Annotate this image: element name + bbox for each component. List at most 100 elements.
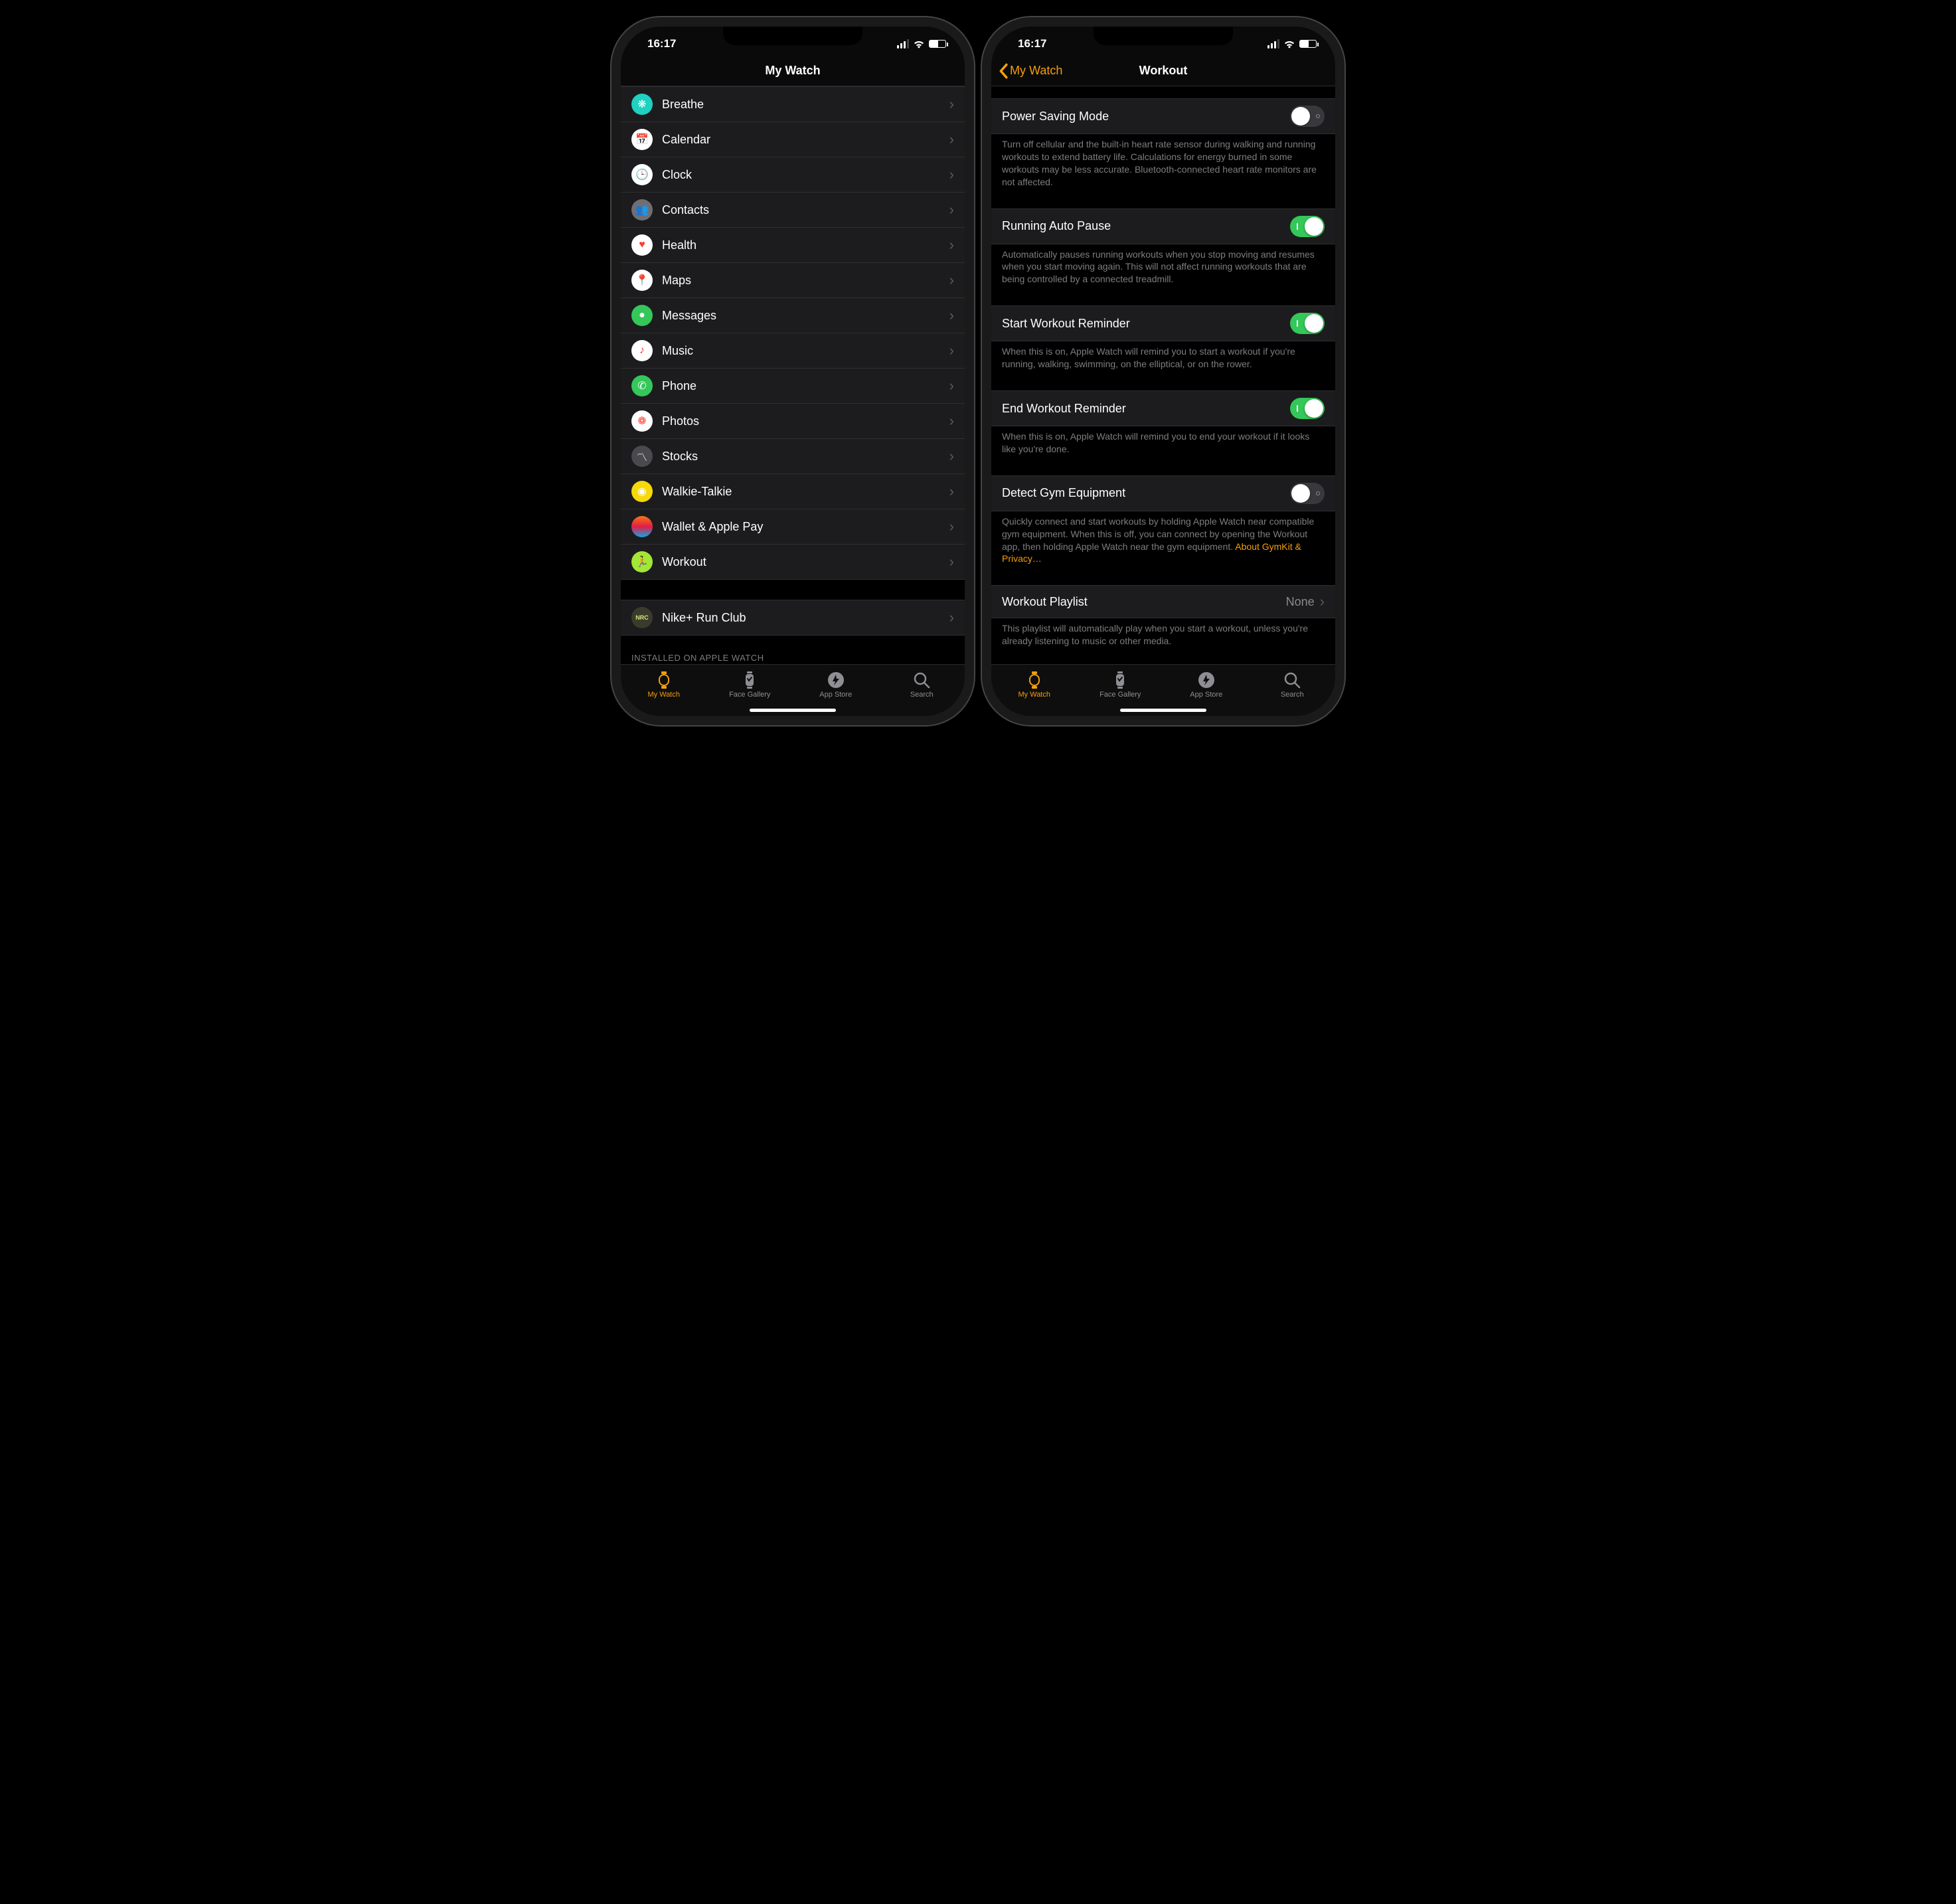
- setting-footer: When this is on, Apple Watch will remind…: [991, 341, 1335, 371]
- chevron-right-icon: ›: [949, 609, 954, 626]
- face-gallery-icon: [1111, 671, 1129, 689]
- nav-bar: My Watch Workout: [991, 56, 1335, 86]
- chevron-right-icon: ›: [949, 483, 954, 500]
- clock-icon: 🕒: [631, 164, 653, 185]
- contacts-icon: 👥: [631, 199, 653, 220]
- app-row-contacts[interactable]: 👥 Contacts ›: [621, 193, 965, 228]
- setting-label: End Workout Reminder: [1002, 402, 1290, 416]
- music-icon: ♪: [631, 340, 653, 361]
- home-indicator[interactable]: [1120, 709, 1206, 712]
- app-row-calendar[interactable]: 📅 Calendar ›: [621, 122, 965, 157]
- app-row-music[interactable]: ♪ Music ›: [621, 333, 965, 369]
- installed-caption: INSTALLED ON APPLE WATCH: [621, 636, 965, 664]
- search-icon: [1283, 671, 1301, 689]
- tab-search[interactable]: Search: [879, 665, 965, 704]
- app-label: Wallet & Apple Pay: [662, 520, 949, 534]
- chevron-right-icon: ›: [949, 166, 954, 183]
- app-row-nike-nrc[interactable]: NRC Nike+ Run Club ›: [621, 600, 965, 636]
- setting-group-start-workout-reminder: Start Workout Reminder When this is on, …: [991, 305, 1335, 371]
- photos-icon: ❁: [631, 410, 653, 432]
- app-row-workout[interactable]: 🏃 Workout ›: [621, 545, 965, 580]
- tab-my-watch[interactable]: My Watch: [621, 665, 707, 704]
- notch: [1094, 27, 1233, 45]
- chevron-right-icon: ›: [949, 272, 954, 289]
- wifi-icon: [913, 39, 925, 48]
- battery-icon: [1299, 40, 1317, 48]
- setting-footer: Automatically pauses running workouts wh…: [991, 244, 1335, 286]
- setting-footer: Quickly connect and start workouts by ho…: [991, 511, 1335, 566]
- app-label: Nike+ Run Club: [662, 611, 949, 625]
- setting-footer: Turn off cellular and the built-in heart…: [991, 134, 1335, 189]
- battery-icon: [929, 40, 946, 48]
- setting-footer: When this is on, Apple Watch will remind…: [991, 426, 1335, 456]
- tab-label: Search: [1281, 691, 1304, 699]
- app-row-walkie[interactable]: ◉ Walkie-Talkie ›: [621, 474, 965, 509]
- app-row-photos[interactable]: ❁ Photos ›: [621, 404, 965, 439]
- phone-icon: ✆: [631, 375, 653, 396]
- status-time: 16:17: [1006, 37, 1046, 50]
- home-indicator[interactable]: [750, 709, 836, 712]
- chevron-right-icon: ›: [949, 377, 954, 394]
- setting-row-detect-gym-equipment[interactable]: Detect Gym Equipment: [991, 476, 1335, 511]
- chevron-right-icon: ›: [949, 236, 954, 254]
- nav-bar: My Watch: [621, 56, 965, 86]
- tab-search[interactable]: Search: [1250, 665, 1336, 704]
- walkie-icon: ◉: [631, 481, 653, 502]
- app-store-icon: [827, 671, 845, 689]
- app-row-maps[interactable]: 📍 Maps ›: [621, 263, 965, 298]
- app-row-health[interactable]: ♥ Health ›: [621, 228, 965, 263]
- app-row-stocks[interactable]: 〽 Stocks ›: [621, 439, 965, 474]
- app-store-icon: [1197, 671, 1216, 689]
- toggle-detect-gym-equipment[interactable]: [1290, 483, 1325, 504]
- app-row-messages[interactable]: ● Messages ›: [621, 298, 965, 333]
- tab-label: Face Gallery: [1100, 691, 1141, 699]
- tab-face-gallery[interactable]: Face Gallery: [707, 665, 793, 704]
- app-row-wallet[interactable]: Wallet & Apple Pay ›: [621, 509, 965, 545]
- workout-content[interactable]: Power Saving Mode Turn off cellular and …: [991, 86, 1335, 664]
- setting-row-running-auto-pause[interactable]: Running Auto Pause: [991, 209, 1335, 244]
- thirdparty-group: NRC Nike+ Run Club ›: [621, 600, 965, 636]
- workout-playlist-row[interactable]: Workout Playlist None ›: [991, 585, 1335, 618]
- health-icon: ♥: [631, 234, 653, 256]
- workout-icon: 🏃: [631, 551, 653, 572]
- app-label: Clock: [662, 168, 949, 182]
- toggle-power-saving[interactable]: [1290, 106, 1325, 127]
- playlist-label: Workout Playlist: [1002, 595, 1286, 609]
- app-row-breathe[interactable]: ❋ Breathe ›: [621, 86, 965, 122]
- setting-row-end-workout-reminder[interactable]: End Workout Reminder: [991, 390, 1335, 426]
- app-label: Music: [662, 344, 949, 358]
- tab-face-gallery[interactable]: Face Gallery: [1078, 665, 1164, 704]
- chevron-right-icon: ›: [949, 307, 954, 324]
- playlist-value: None: [1286, 595, 1315, 609]
- playlist-footer: This playlist will automatically play wh…: [991, 618, 1335, 648]
- maps-icon: 📍: [631, 270, 653, 291]
- toggle-start-workout-reminder[interactable]: [1290, 313, 1325, 334]
- app-label: Contacts: [662, 203, 949, 217]
- app-label: Messages: [662, 309, 949, 323]
- tab-app-store[interactable]: App Store: [793, 665, 879, 704]
- setting-label: Start Workout Reminder: [1002, 317, 1290, 331]
- mywatch-content[interactable]: ❋ Breathe › 📅 Calendar › 🕒 Clock › 👥 Con…: [621, 86, 965, 664]
- my-watch-icon: [1025, 671, 1044, 689]
- app-label: Maps: [662, 274, 949, 288]
- toggle-end-workout-reminder[interactable]: [1290, 398, 1325, 419]
- setting-row-start-workout-reminder[interactable]: Start Workout Reminder: [991, 305, 1335, 341]
- chevron-right-icon: ›: [949, 412, 954, 430]
- app-row-clock[interactable]: 🕒 Clock ›: [621, 157, 965, 193]
- calendar-icon: 📅: [631, 129, 653, 150]
- setting-row-power-saving[interactable]: Power Saving Mode: [991, 98, 1335, 134]
- search-icon: [912, 671, 931, 689]
- gymkit-privacy-link[interactable]: About GymKit & Privacy…: [1002, 541, 1301, 564]
- nike-nrc-icon: NRC: [631, 607, 653, 628]
- playlist-group: Workout Playlist None › This playlist wi…: [991, 585, 1335, 648]
- app-label: Calendar: [662, 133, 949, 147]
- tab-app-store[interactable]: App Store: [1163, 665, 1250, 704]
- toggle-running-auto-pause[interactable]: [1290, 216, 1325, 237]
- setting-group-detect-gym-equipment: Detect Gym Equipment Quickly connect and…: [991, 476, 1335, 566]
- setting-label: Running Auto Pause: [1002, 219, 1290, 233]
- back-button[interactable]: My Watch: [998, 63, 1062, 79]
- tab-my-watch[interactable]: My Watch: [991, 665, 1078, 704]
- app-row-phone[interactable]: ✆ Phone ›: [621, 369, 965, 404]
- setting-group-power-saving: Power Saving Mode Turn off cellular and …: [991, 98, 1335, 189]
- phone-mywatch: 16:17 My Watch ❋ Breathe › 📅 Calendar › …: [621, 27, 965, 716]
